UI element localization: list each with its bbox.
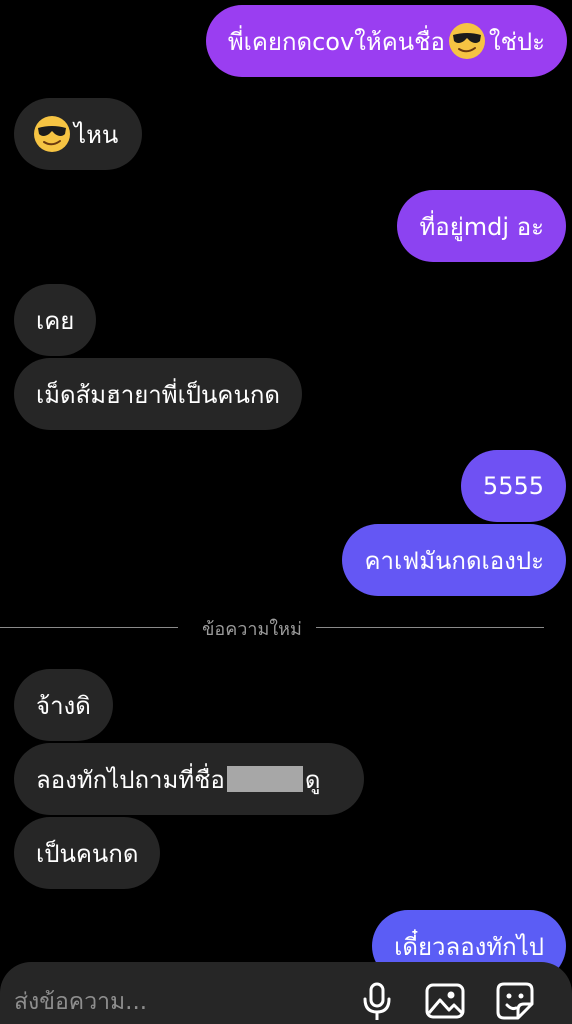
message-text: ดู — [304, 765, 321, 794]
message-composer[interactable]: ส่งข้อความ... — [0, 962, 572, 1024]
message-outgoing[interactable]: ที่อยู่mdj อะ — [397, 190, 566, 262]
redacted-name — [226, 766, 303, 792]
message-incoming[interactable]: ลองทักไปถามที่ชื่อ ดู — [14, 743, 364, 815]
divider-label: ข้อความใหม่ — [202, 619, 302, 640]
message-text: คาเฟมันกดเองปะ — [364, 546, 544, 575]
message-text: 5555 — [482, 472, 544, 500]
message-incoming[interactable]: เม็ดส้มฮายาพี่เป็นคนกด — [14, 358, 302, 430]
message-text: เคย — [36, 306, 75, 335]
microphone-icon[interactable] — [356, 980, 398, 1022]
message-text: จ้างดิ — [36, 691, 91, 720]
divider-line — [316, 627, 544, 628]
message-text: พี่เคยกดcovให้คนชื่อ — [227, 27, 445, 56]
sunglasses-face-icon — [448, 23, 485, 59]
message-text: ลองทักไปถามที่ชื่อ — [36, 765, 225, 794]
message-incoming[interactable]: เคย — [14, 284, 97, 356]
gallery-icon[interactable] — [424, 980, 466, 1022]
sunglasses-face-icon — [34, 116, 70, 152]
message-text: เป็นคนกด — [36, 839, 139, 868]
message-text: เม็ดส้มฮายาพี่เป็นคนกด — [36, 380, 280, 409]
message-incoming[interactable]: ไหน — [14, 98, 142, 170]
message-outgoing[interactable]: คาเฟมันกดเองปะ — [342, 524, 566, 596]
divider-line — [0, 627, 178, 628]
message-input[interactable]: ส่งข้อความ... — [14, 984, 147, 1020]
message-text: เดี๋ยวลองทักไป — [394, 932, 544, 961]
message-outgoing[interactable]: 5555 — [460, 450, 566, 522]
message-text: ที่อยู่mdj อะ — [419, 212, 544, 241]
message-text: ไหน — [74, 120, 119, 149]
message-incoming[interactable]: จ้างดิ — [14, 669, 113, 741]
new-messages-divider: ข้อความใหม่ — [0, 610, 572, 646]
chat-screen: พี่เคยกดcovให้คนชื่อ ใช่ปะ ไหน ที่อยู่md… — [0, 0, 572, 1024]
message-text: ใช่ปะ — [488, 27, 545, 56]
sticker-icon[interactable] — [494, 980, 536, 1022]
message-incoming[interactable]: เป็นคนกด — [14, 817, 161, 889]
message-outgoing[interactable]: พี่เคยกดcovให้คนชื่อ ใช่ปะ — [205, 5, 567, 77]
